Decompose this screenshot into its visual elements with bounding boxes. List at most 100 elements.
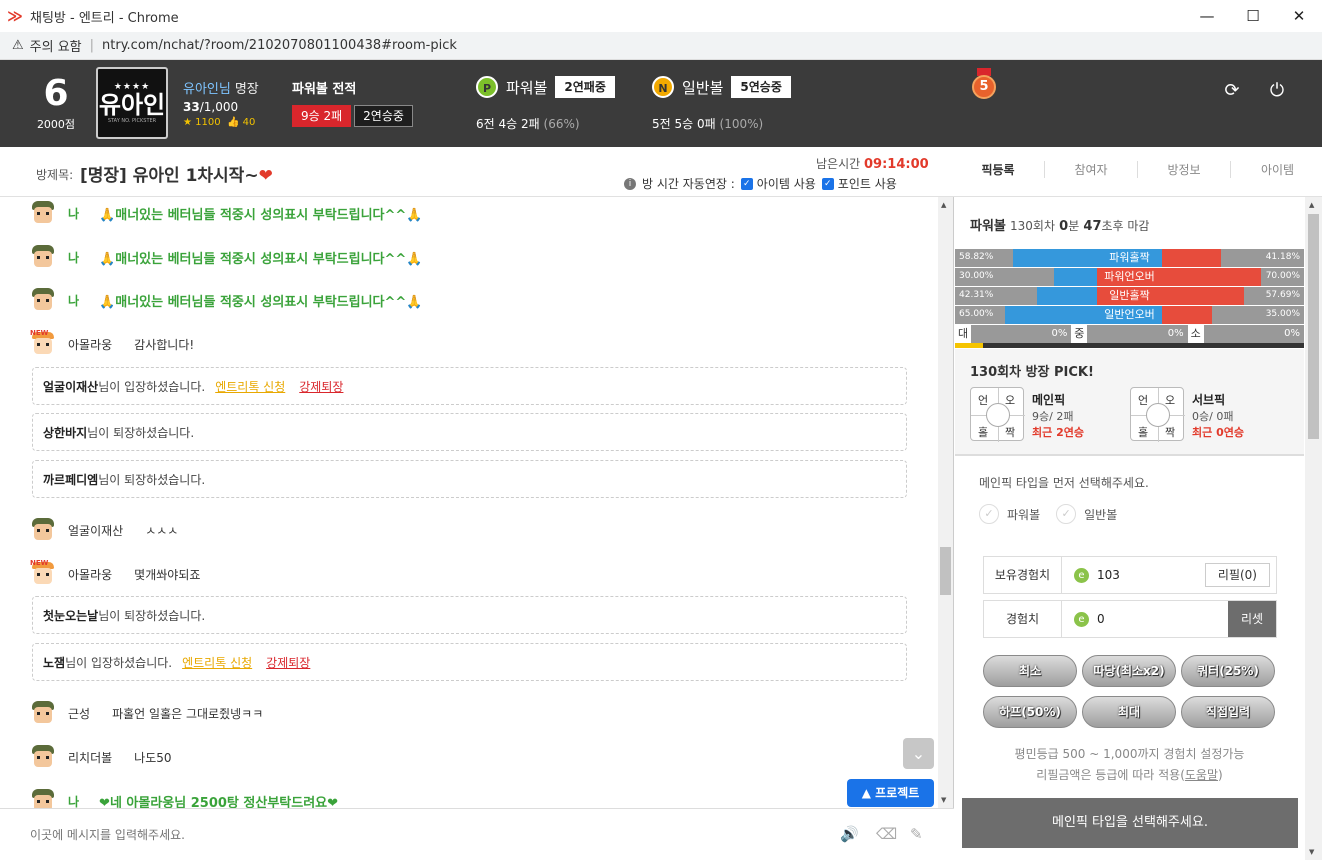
user-level: 6 2000점 — [24, 74, 88, 132]
security-warning[interactable]: 주의 요함 — [30, 36, 82, 55]
normalball-radio[interactable]: ✓ — [1056, 504, 1077, 524]
minimize-button[interactable]: — — [1184, 0, 1230, 32]
max-button[interactable]: 최대 — [1082, 696, 1176, 728]
submit-pick-button[interactable]: 메인픽 타입을 선택해주세요. — [962, 798, 1298, 848]
room-options: i 방 시간 자동연장 : ✓ 아이템 사용 ✓ 포인트 사용 — [624, 175, 897, 192]
user-avatar-icon — [30, 201, 56, 225]
power-icon[interactable]: ⏻ — [1266, 80, 1288, 102]
bar-row: 30.00% 파워언오버 70.00% — [955, 268, 1305, 286]
scroll-thumb[interactable] — [1308, 214, 1319, 439]
like-count: 👍 40 — [226, 117, 256, 128]
exp-input[interactable]: 0 — [1097, 612, 1228, 626]
avatar[interactable]: ★★★★ 유아인 STAY NO. PICKSTER — [96, 67, 168, 139]
maximize-button[interactable]: ☐ — [1230, 0, 1276, 32]
remaining-time: 남은시간 09:14:00 — [816, 157, 929, 172]
chat-message: NEW 아몰라웅 감사합니다! — [30, 329, 194, 357]
powerball-radio[interactable]: ✓ — [979, 504, 999, 524]
room-title: [명장] 유아인 1차시작~❤ — [80, 166, 273, 186]
scroll-down-icon[interactable]: ▼ — [941, 796, 946, 804]
chat-input-bar: 🔊 ⌫ ✎ — [0, 808, 954, 860]
sub-pick-board: 언 오 홀 짝 — [1130, 387, 1185, 442]
reset-button[interactable]: 리셋 — [1228, 601, 1276, 637]
entry-talk-link[interactable]: 엔트리톡 신청 — [182, 654, 252, 671]
system-message: 까르페디엠 님이 퇴장하셨습니다. — [32, 460, 907, 498]
close-button[interactable]: ✕ — [1276, 0, 1322, 32]
system-message: 상한바지 님이 퇴장하셨습니다. — [32, 413, 907, 451]
kick-link[interactable]: 강제퇴장 — [299, 378, 343, 395]
user-avatar-icon — [30, 518, 56, 542]
chat-input[interactable] — [30, 825, 810, 845]
chat-message: 나 🙏매너있는 베터님들 적중시 성의표시 부탁드립니다^^🙏 — [30, 200, 422, 226]
exp-icon: e — [1074, 567, 1089, 583]
round-header: 파워볼 130회차 0분 47초후 마감 — [970, 219, 1150, 234]
user-avatar-icon — [30, 701, 56, 725]
panel-scrollbar[interactable]: ▲ ▼ — [1305, 197, 1322, 860]
tab-items[interactable]: 아이템 — [1231, 161, 1322, 178]
powerball-summary: 6전 4승 2패 (66%) — [476, 117, 580, 131]
medal-icon: 5 — [970, 68, 998, 99]
normalball-summary: 5전 5승 0패 (100%) — [652, 117, 764, 131]
refresh-icon[interactable]: ⟳ — [1221, 80, 1243, 102]
normalball-streak: 5연승중 — [731, 76, 791, 98]
scroll-thumb[interactable] — [940, 547, 951, 595]
normalball-icon: N — [652, 76, 674, 98]
half-button[interactable]: 하프(50%) — [983, 696, 1077, 728]
chat-message: 근성 파홀언 일홀은 그대로쥤넹ㅋㅋ — [30, 700, 263, 726]
user-avatar-icon — [30, 288, 56, 312]
main-pick-board: 언 오 홀 짝 — [970, 387, 1025, 442]
user-name[interactable]: 유아인님 — [183, 82, 231, 97]
protect-button[interactable]: ▲ 프로젝트 — [847, 779, 934, 807]
item-use-checkbox[interactable]: ✓ — [740, 177, 753, 190]
room-bar: 방제목: [명장] 유아인 1차시작~❤ 남은시간 09:14:00 i 방 시… — [0, 147, 1322, 197]
powerball-record: 파워볼 전적 9승 2패 2연승중 — [292, 78, 413, 127]
scroll-up-icon[interactable]: ▲ — [1309, 201, 1314, 209]
user-avatar-icon — [30, 745, 56, 769]
refill-button[interactable]: 리필(0) — [1204, 563, 1270, 587]
info-icon: i — [624, 177, 636, 190]
custom-input-button[interactable]: 직접입력 — [1181, 696, 1275, 728]
exp-row: 경험치 e 0 리셋 — [983, 600, 1277, 638]
scroll-down-icon[interactable]: ▼ — [1309, 848, 1314, 856]
new-user-avatar-icon: NEW — [30, 329, 56, 356]
help-link[interactable]: 도움말 — [1185, 768, 1218, 782]
stat-bars: 58.82% 파워홀짝 41.18% 30.00% 파워언오버 70.00% 4… — [955, 249, 1305, 348]
user-avatar-icon — [30, 789, 56, 808]
chat-message: NEW 아몰라웅 몇개쏴야되죠 — [30, 559, 200, 587]
kick-link[interactable]: 강제퇴장 — [266, 654, 310, 671]
user-points: 2000점 — [36, 118, 76, 131]
time-progress — [955, 343, 1304, 348]
scroll-bottom-button[interactable]: ⌄ — [903, 738, 934, 769]
magic-wand-icon[interactable]: ✎ — [910, 825, 923, 843]
chat-scrollbar[interactable]: ▲ ▼ — [938, 197, 953, 808]
scroll-up-icon[interactable]: ▲ — [941, 201, 946, 209]
tab-participants[interactable]: 참여자 — [1045, 161, 1138, 178]
system-message: 노잼 님이 입장하셨습니다. 엔트리톡 신청 강제퇴장 — [32, 643, 907, 681]
pick-type-radios: ✓ 파워볼 ✓ 일반볼 — [979, 504, 1133, 524]
size-bars: 대 0% 중 0% 소 0% — [955, 325, 1304, 343]
chat-message: 나 🙏매너있는 베터님들 적중시 성의표시 부탁드립니다^^🙏 — [30, 287, 422, 313]
chat-message: 얼굴이재산 ㅅㅅㅅ — [30, 517, 178, 543]
tab-room-info[interactable]: 방정보 — [1138, 161, 1231, 178]
window-title: 채팅방 - 엔트리 - Chrome — [30, 10, 179, 26]
min-button[interactable]: 최소 — [983, 655, 1077, 687]
url-text[interactable]: ntry.com/nchat/?room/2102070801100438#ro… — [102, 38, 457, 53]
entry-talk-link[interactable]: 엔트리톡 신청 — [215, 378, 285, 395]
guide-text: 메인픽 타입을 먼저 선택해주세요. — [979, 476, 1149, 490]
eraser-icon[interactable]: ⌫ — [876, 825, 897, 843]
new-user-avatar-icon: NEW — [30, 559, 56, 586]
powerball-icon: P — [476, 76, 498, 98]
user-header: 6 2000점 ★★★★ 유아인 STAY NO. PICKSTER 유아인님 명… — [0, 60, 1322, 147]
right-tabs: 픽등록 참여자 방정보 아이템 — [952, 161, 1322, 178]
bar-row: 65.00% 일반언오버 35.00% — [955, 306, 1305, 324]
sound-icon[interactable]: 🔊 — [840, 825, 859, 843]
system-message: 첫눈오는날 님이 퇴장하셨습니다. — [32, 596, 907, 634]
user-rank: 명장 — [234, 82, 259, 97]
tab-pick-register[interactable]: 픽등록 — [952, 161, 1045, 178]
double-button[interactable]: 따당(최소x2) — [1082, 655, 1176, 687]
bar-row: 58.82% 파워홀짝 41.18% — [955, 249, 1305, 267]
address-bar[interactable]: ⚠ 주의 요함 | ntry.com/nchat/?room/210207080… — [0, 32, 1322, 60]
heart-icon: ❤ — [258, 166, 273, 186]
owned-exp-row: 보유경험치 e 103 리필(0) — [983, 556, 1277, 594]
quarter-button[interactable]: 쿼터(25%) — [1181, 655, 1275, 687]
point-use-checkbox[interactable]: ✓ — [821, 177, 834, 190]
